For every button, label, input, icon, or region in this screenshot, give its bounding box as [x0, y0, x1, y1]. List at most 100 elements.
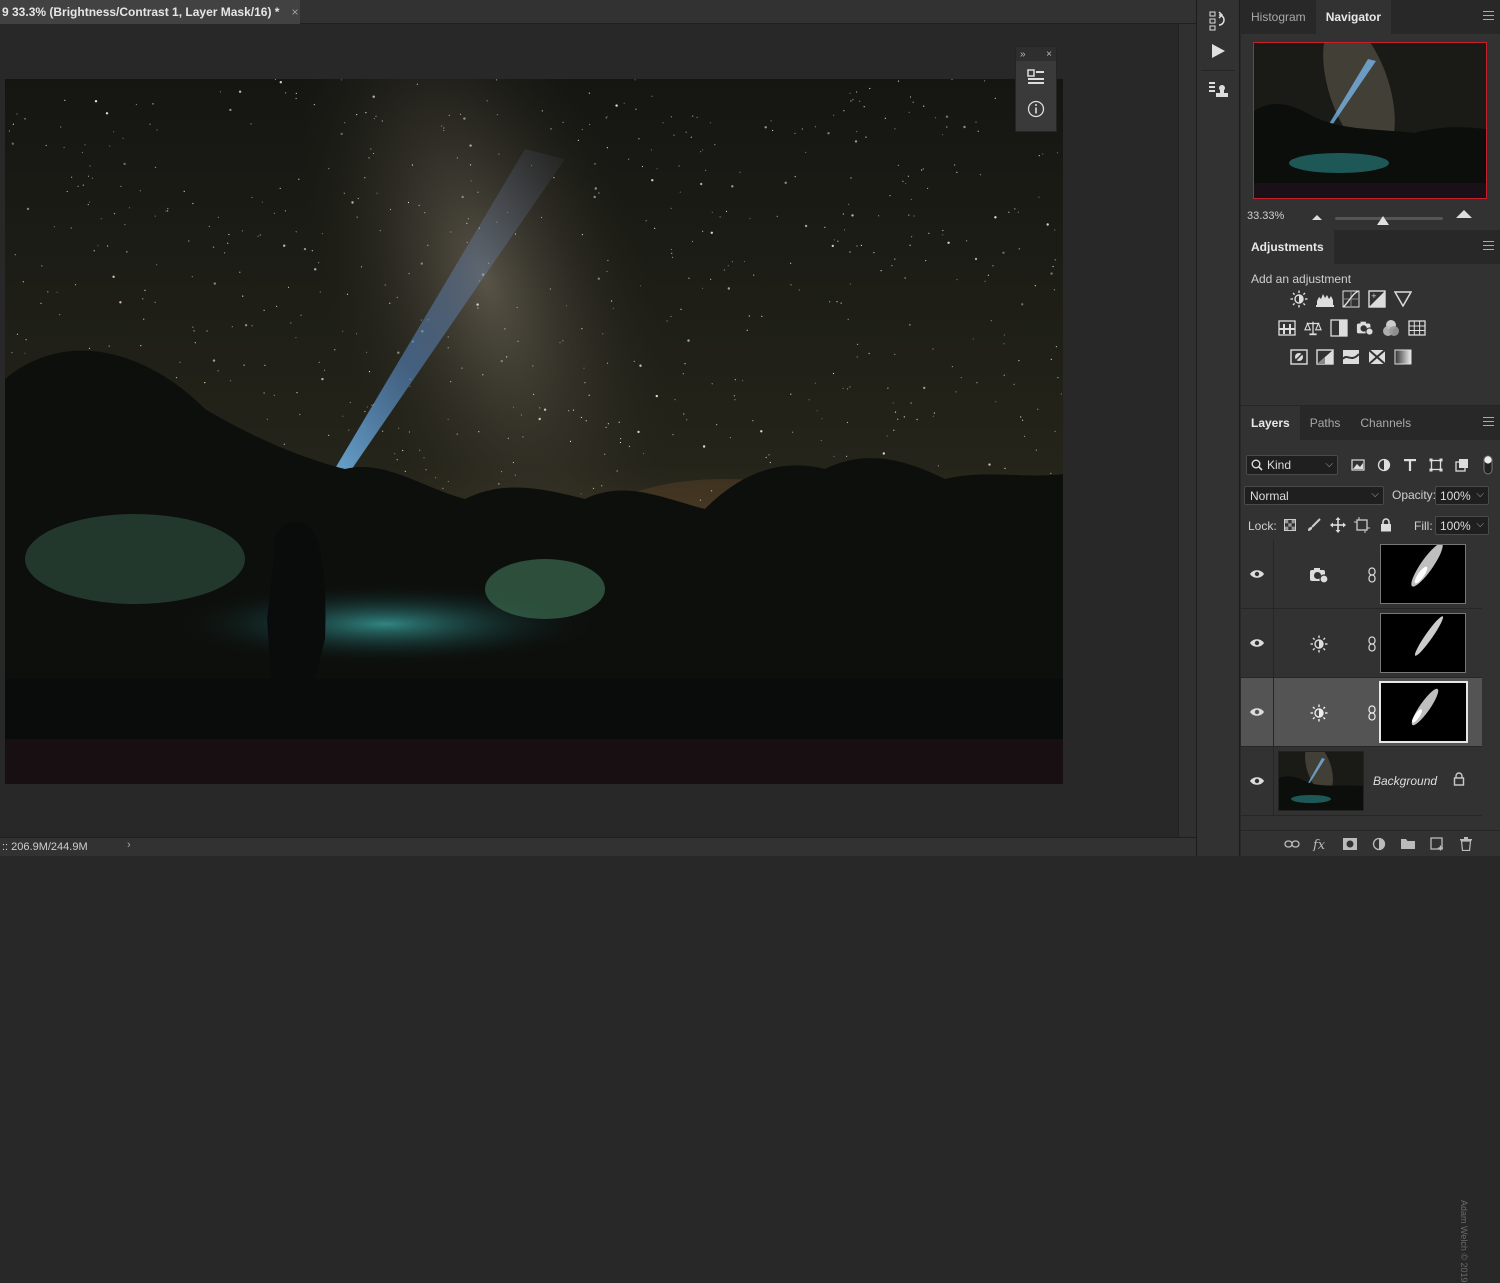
color-lookup-icon[interactable]	[1408, 319, 1426, 337]
opacity-label: Opacity:	[1392, 488, 1437, 502]
mask-link-icon[interactable]	[1367, 635, 1377, 653]
close-icon[interactable]: ×	[291, 5, 298, 19]
layer-style-fx-icon[interactable]: fx	[1311, 835, 1331, 853]
lock-brush-icon[interactable]	[1305, 516, 1323, 534]
hue-saturation-icon[interactable]	[1278, 319, 1296, 337]
history-icon[interactable]	[1197, 6, 1239, 36]
gradient-map-icon[interactable]	[1394, 348, 1412, 366]
tab-channels[interactable]: Channels	[1350, 406, 1421, 440]
svg-text:+: +	[1371, 292, 1377, 300]
link-layers-icon[interactable]	[1282, 835, 1302, 853]
layer-mask-thumbnail[interactable]	[1380, 613, 1466, 673]
opacity-input[interactable]: 100% ⌵	[1435, 486, 1489, 505]
invert-icon[interactable]	[1290, 348, 1308, 366]
info-icon[interactable]	[1016, 93, 1056, 125]
vertical-scrollbar[interactable]	[1178, 24, 1196, 837]
channel-mixer-icon[interactable]	[1382, 319, 1400, 337]
status-bar: :: 206.9M/244.9M ›	[0, 837, 1196, 856]
filter-pixel-icon[interactable]	[1349, 455, 1367, 475]
status-menu-arrow[interactable]: ›	[127, 839, 131, 851]
fill-value: 100%	[1440, 519, 1471, 533]
properties-icon[interactable]	[1016, 61, 1056, 93]
panel-menu-icon[interactable]	[1483, 241, 1494, 253]
floating-panel: » ×	[1015, 46, 1057, 132]
brightness-contrast-icon	[1309, 703, 1329, 723]
filter-shape-icon[interactable]	[1427, 455, 1445, 475]
layer-lock-icon[interactable]	[1453, 772, 1465, 789]
layer-mask-thumbnail[interactable]	[1379, 681, 1468, 743]
chevron-down-icon[interactable]: ⌵	[1476, 489, 1484, 500]
chevron-down-icon: ⌵	[1325, 459, 1333, 470]
mask-link-icon[interactable]	[1367, 704, 1377, 722]
layer-row[interactable]	[1241, 609, 1482, 678]
add-mask-icon[interactable]	[1340, 835, 1360, 853]
photo-filter-icon[interactable]	[1356, 319, 1374, 337]
vibrance-icon[interactable]	[1394, 290, 1412, 308]
color-balance-icon[interactable]	[1304, 319, 1322, 337]
canvas-image[interactable]	[5, 79, 1063, 784]
zoom-in-icon[interactable]	[1455, 208, 1473, 222]
visibility-eye-icon[interactable]	[1241, 540, 1274, 608]
document-tab[interactable]: 9 33.3% (Brightness/Contrast 1, Layer Ma…	[0, 0, 300, 24]
levels-icon[interactable]	[1316, 290, 1334, 308]
posterize-icon[interactable]	[1316, 348, 1334, 366]
collapse-icon[interactable]: »	[1020, 49, 1026, 60]
layers-footer: fx	[1241, 830, 1500, 856]
chevron-down-icon: ⌵	[1371, 489, 1379, 500]
filter-adjustment-icon[interactable]	[1375, 455, 1393, 475]
curves-icon[interactable]	[1342, 290, 1360, 308]
lock-artboard-icon[interactable]	[1353, 516, 1371, 534]
layer-row[interactable]	[1241, 678, 1482, 747]
brightness-contrast-icon[interactable]	[1290, 290, 1308, 308]
layer-name[interactable]: Background	[1373, 774, 1437, 788]
filter-toggle-icon[interactable]	[1479, 455, 1497, 475]
lock-all-icon[interactable]	[1377, 516, 1395, 534]
blend-mode-select[interactable]: Normal ⌵	[1244, 486, 1384, 505]
layer-mask-thumbnail[interactable]	[1380, 544, 1466, 604]
chevron-down-icon[interactable]: ⌵	[1476, 519, 1484, 530]
tab-histogram[interactable]: Histogram	[1241, 0, 1316, 34]
threshold-icon[interactable]	[1342, 348, 1360, 366]
visibility-eye-icon[interactable]	[1241, 678, 1274, 746]
close-icon[interactable]: ×	[1046, 49, 1052, 60]
lock-transparent-icon[interactable]	[1281, 516, 1299, 534]
selective-color-icon[interactable]	[1368, 348, 1386, 366]
lock-move-icon[interactable]	[1329, 516, 1347, 534]
fill-input[interactable]: 100% ⌵	[1435, 516, 1489, 535]
zoom-slider-handle[interactable]	[1376, 216, 1389, 225]
layers-tab-row: Layers Paths Channels	[1241, 406, 1500, 440]
lock-label: Lock:	[1248, 519, 1277, 533]
mask-link-icon[interactable]	[1367, 566, 1377, 584]
black-white-icon[interactable]	[1330, 319, 1348, 337]
photo-filter-icon	[1309, 565, 1329, 585]
tab-adjustments[interactable]: Adjustments	[1241, 230, 1334, 264]
tab-paths[interactable]: Paths	[1300, 406, 1351, 440]
exposure-icon[interactable]: +	[1368, 290, 1386, 308]
navigator-tab-row: Histogram Navigator	[1241, 0, 1500, 34]
filter-kind-label: Kind	[1267, 458, 1292, 472]
filter-smart-object-icon[interactable]	[1453, 455, 1471, 475]
new-adjustment-layer-icon[interactable]	[1369, 835, 1389, 853]
visibility-eye-icon[interactable]	[1241, 747, 1274, 815]
adjustments-tab-row: Adjustments	[1241, 230, 1500, 264]
actions-play-icon[interactable]	[1197, 36, 1239, 66]
tab-layers[interactable]: Layers	[1241, 406, 1300, 440]
new-group-icon[interactable]	[1398, 835, 1418, 853]
layer-thumbnail[interactable]	[1278, 751, 1364, 811]
visibility-eye-icon[interactable]	[1241, 609, 1274, 677]
delete-layer-icon[interactable]	[1456, 835, 1476, 853]
navigator-preview[interactable]	[1253, 42, 1487, 199]
filter-type-icon[interactable]	[1401, 455, 1419, 475]
navigator-zoom-value[interactable]: 33.33%	[1247, 210, 1284, 222]
layer-row[interactable]: Background	[1241, 747, 1482, 816]
new-layer-icon[interactable]	[1427, 835, 1447, 853]
clone-source-icon[interactable]	[1197, 75, 1239, 105]
zoom-out-icon[interactable]	[1311, 210, 1323, 224]
panel-menu-icon[interactable]	[1483, 11, 1494, 23]
zoom-slider-track[interactable]	[1335, 217, 1443, 220]
layer-row[interactable]	[1241, 540, 1482, 609]
layer-filter-kind[interactable]: Kind ⌵	[1246, 455, 1338, 475]
opacity-value: 100%	[1440, 489, 1471, 503]
panel-menu-icon[interactable]	[1483, 417, 1494, 429]
tab-navigator[interactable]: Navigator	[1315, 0, 1392, 34]
